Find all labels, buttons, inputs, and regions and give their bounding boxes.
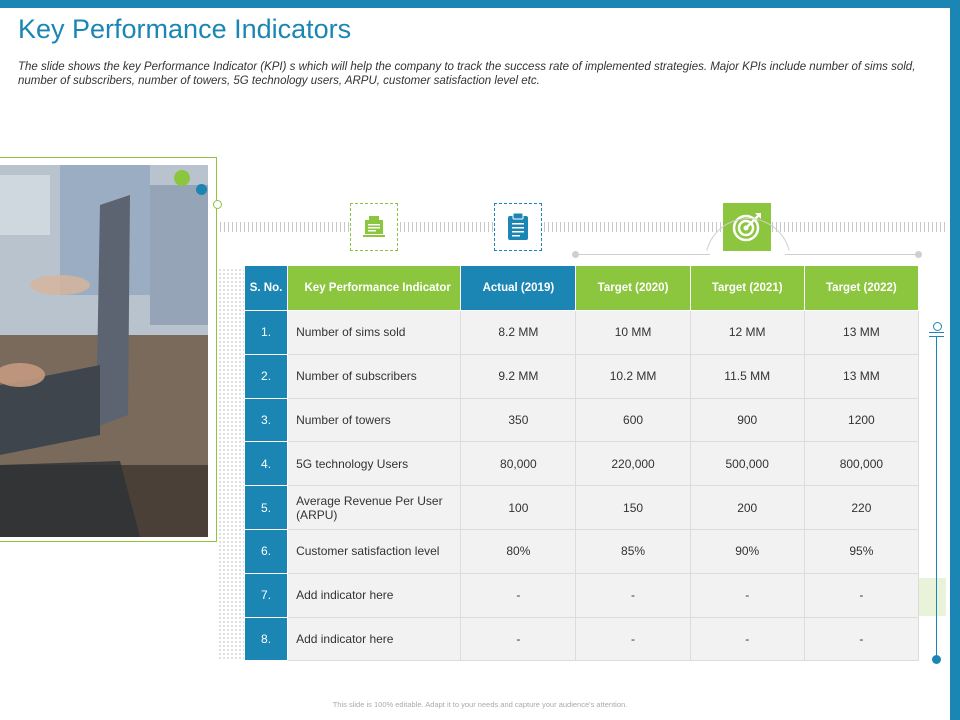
table-row: 3. Number of towers 350 600 900 1200 (243, 397, 920, 443)
kpi-name: Number of towers (287, 397, 462, 443)
kpi-table: S. No. Key Performance Indicator Actual … (243, 265, 920, 662)
row-number: 8. (243, 616, 289, 662)
footer-note: This slide is 100% editable. Adapt it to… (332, 700, 628, 709)
header-target-2020: Target (2020) (575, 265, 691, 311)
actual-value: 100 (460, 485, 577, 530)
target-2020-value: - (575, 616, 691, 662)
target-2020-value: 150 (575, 485, 691, 530)
table-header-row: S. No. Key Performance Indicator Actual … (243, 265, 920, 311)
target-2021-value: - (689, 616, 805, 662)
kpi-name: Add indicator here (287, 616, 462, 662)
connector-ring (213, 200, 222, 209)
row-number: 7. (243, 572, 289, 618)
document-icon (350, 203, 398, 251)
target-2021-value: 900 (689, 397, 805, 443)
target-2020-value: 10 MM (575, 310, 691, 355)
table-row: 4. 5G technology Users 80,000 220,000 50… (243, 441, 920, 487)
right-accent-bar (950, 0, 960, 720)
target-2022-value: 13 MM (803, 310, 920, 355)
row-number: 2. (243, 353, 289, 399)
target-2021-value: 200 (689, 485, 805, 530)
actual-value: 9.2 MM (460, 353, 577, 399)
row-number: 6. (243, 528, 289, 574)
target-2021-value: 11.5 MM (689, 353, 805, 399)
actual-value: 350 (460, 397, 577, 443)
header-target-2021: Target (2021) (689, 265, 805, 311)
actual-value: 80,000 (460, 441, 577, 487)
target-2020-value: 85% (575, 528, 691, 574)
table-row: 1. Number of sims sold 8.2 MM 10 MM 12 M… (243, 310, 920, 355)
actual-value: 8.2 MM (460, 310, 577, 355)
header-sno: S. No. (243, 265, 289, 311)
table-row: 5. Average Revenue Per User (ARPU) 100 1… (243, 485, 920, 530)
kpi-name: Add indicator here (287, 572, 462, 618)
target-2022-value: - (803, 572, 920, 618)
header-kpi: Key Performance Indicator (287, 265, 462, 311)
table-row: 6. Customer satisfaction level 80% 85% 9… (243, 528, 920, 574)
table-row: 7. Add indicator here - - - - (243, 572, 920, 618)
kpi-name: Number of subscribers (287, 353, 462, 399)
clipboard-icon (494, 203, 542, 251)
timeline-line (936, 336, 937, 660)
kpi-name: Customer satisfaction level (287, 528, 462, 574)
target-2022-value: 13 MM (803, 353, 920, 399)
target-2020-value: - (575, 572, 691, 618)
top-accent-bar (0, 0, 950, 8)
target-2021-value: 90% (689, 528, 805, 574)
actual-value: - (460, 572, 577, 618)
kpi-name: Number of sims sold (287, 310, 462, 355)
slide-description: The slide shows the key Performance Indi… (18, 61, 916, 87)
office-photo (0, 165, 208, 537)
target-2020-value: 10.2 MM (575, 353, 691, 399)
target-2022-value: 220 (803, 485, 920, 530)
green-dot (174, 170, 190, 186)
timeline-end-dot (932, 655, 941, 664)
green-accent-tab (918, 578, 946, 616)
row-number: 1. (243, 310, 289, 355)
blue-dot (196, 184, 207, 195)
row-number: 5. (243, 485, 289, 530)
header-target-2022: Target (2022) (803, 265, 920, 311)
target-2021-value: 12 MM (689, 310, 805, 355)
target-2021-value: 500,000 (689, 441, 805, 487)
target-2020-value: 600 (575, 397, 691, 443)
kpi-name: Average Revenue Per User (ARPU) (287, 485, 462, 530)
kpi-name: 5G technology Users (287, 441, 462, 487)
actual-value: 80% (460, 528, 577, 574)
slide-title: Key Performance Indicators (18, 14, 352, 44)
table-row: 8. Add indicator here - - - - (243, 616, 920, 662)
header-actual-2019: Actual (2019) (460, 265, 577, 311)
table-row: 2. Number of subscribers 9.2 MM 10.2 MM … (243, 353, 920, 399)
target-2022-value: 95% (803, 528, 920, 574)
row-number: 4. (243, 441, 289, 487)
target-2022-value: 1200 (803, 397, 920, 443)
dotted-pattern (218, 268, 246, 660)
target-2022-value: 800,000 (803, 441, 920, 487)
target-2022-value: - (803, 616, 920, 662)
actual-value: - (460, 616, 577, 662)
target-2020-value: 220,000 (575, 441, 691, 487)
row-number: 3. (243, 397, 289, 443)
target-2021-value: - (689, 572, 805, 618)
hatched-divider (220, 222, 946, 232)
